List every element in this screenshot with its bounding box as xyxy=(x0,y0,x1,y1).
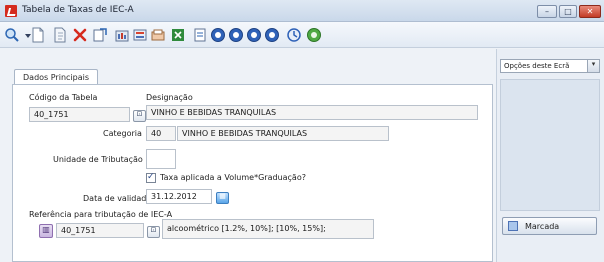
side-panel: Opções deste Ecrã ▾ Marcada xyxy=(496,49,604,262)
categoria-code: 40 xyxy=(151,129,162,138)
dropdown-arrow-icon[interactable] xyxy=(20,27,31,43)
unidade-field[interactable] xyxy=(146,149,176,169)
unidade-label: Unidade de Tributação xyxy=(53,155,143,164)
marcada-button[interactable]: Marcada xyxy=(502,217,597,235)
main-form-panel: Código da Tabela 40_1751 ⊡ Designação VI… xyxy=(12,84,493,262)
new-document-icon[interactable] xyxy=(30,27,46,43)
window-title: Tabela de Taxas de IEC-A xyxy=(22,5,134,15)
codigo-lookup-button[interactable]: ⊡ xyxy=(133,110,146,122)
minimize-icon: – xyxy=(545,7,549,16)
previous-record-icon[interactable] xyxy=(228,27,244,43)
maximize-button[interactable]: □ xyxy=(559,5,577,18)
excel-icon[interactable] xyxy=(170,27,186,43)
calendar-button[interactable]: ▦ xyxy=(216,192,229,204)
designacao-label: Designação xyxy=(146,93,193,102)
tab-label: Dados Principais xyxy=(23,73,90,82)
close-button[interactable]: ✕ xyxy=(579,5,601,18)
app-window: Tabela de Taxas de IEC-A – □ ✕ Dados Pri… xyxy=(0,0,604,262)
calendar-icon: ▦ xyxy=(219,192,226,200)
delete-icon[interactable] xyxy=(72,27,88,43)
help-icon[interactable] xyxy=(306,27,322,43)
taxa-volume-label: Taxa aplicada a Volume*Graduação? xyxy=(160,173,306,182)
app-logo-icon xyxy=(5,5,17,17)
page-icon[interactable] xyxy=(192,27,208,43)
chevron-down-icon[interactable]: ▾ xyxy=(587,60,599,72)
content-area: Dados Principais Código da Tabela 40_175… xyxy=(0,49,604,262)
report-icon[interactable] xyxy=(114,27,130,43)
copy-document-icon[interactable] xyxy=(52,27,68,43)
taxa-volume-checkbox[interactable]: ✓ xyxy=(146,172,156,183)
categoria-label: Categoria xyxy=(103,129,142,138)
title-bar: Tabela de Taxas de IEC-A – □ ✕ xyxy=(0,0,604,22)
validade-label: Data de validade xyxy=(83,194,152,203)
designacao-value: VINHO E BEBIDAS TRANQUILAS xyxy=(151,108,277,117)
referencia-description-field: alcoométrico [1.2%, 10%]; [10%, 15%]; xyxy=(162,219,374,239)
maximize-icon: □ xyxy=(564,7,572,16)
codigo-label: Código da Tabela xyxy=(29,93,98,102)
tab-dados-principais[interactable]: Dados Principais xyxy=(14,69,98,85)
codigo-value: 40_1751 xyxy=(34,110,69,119)
designacao-field[interactable]: VINHO E BEBIDAS TRANQUILAS xyxy=(146,105,478,120)
screen-options-label: Opções deste Ecrã xyxy=(504,62,570,70)
referencia-lookup-button[interactable]: ⊡ xyxy=(147,226,160,238)
marked-icon xyxy=(508,221,518,231)
screen-options-select[interactable]: Opções deste Ecrã ▾ xyxy=(500,59,600,73)
validade-field[interactable]: 31.12.2012 xyxy=(146,189,212,204)
categoria-value: VINHO E BEBIDAS TRANQUILAS xyxy=(182,129,308,138)
side-options-area xyxy=(500,79,600,211)
marcada-label: Marcada xyxy=(525,222,560,231)
codigo-field[interactable]: 40_1751 xyxy=(29,107,130,122)
close-icon: ✕ xyxy=(586,7,594,16)
minimize-button[interactable]: – xyxy=(537,5,557,18)
print-preview-icon[interactable] xyxy=(92,27,108,43)
categoria-code-field[interactable]: 40 xyxy=(146,126,176,141)
refresh-icon[interactable] xyxy=(286,27,302,43)
last-record-icon[interactable] xyxy=(264,27,280,43)
next-record-icon[interactable] xyxy=(246,27,262,43)
search-icon[interactable] xyxy=(4,27,20,43)
validade-value: 31.12.2012 xyxy=(151,192,197,201)
checkmark-icon: ✓ xyxy=(147,172,155,182)
grid-glyph-icon: ▥ xyxy=(42,225,50,234)
grid-icon[interactable]: ▥ xyxy=(39,224,53,238)
lookup-icon: ⊡ xyxy=(150,226,157,234)
categoria-name-field: VINHO E BEBIDAS TRANQUILAS xyxy=(177,126,389,141)
import-icon[interactable] xyxy=(132,27,148,43)
referencia-code: 40_1751 xyxy=(61,226,96,235)
referencia-value: alcoométrico [1.2%, 10%]; [10%, 15%]; xyxy=(167,224,326,233)
lookup-icon: ⊡ xyxy=(136,110,143,118)
toolbar xyxy=(0,22,604,48)
export-icon[interactable] xyxy=(150,27,166,43)
referencia-code-field[interactable]: 40_1751 xyxy=(56,223,144,238)
referencia-label: Referência para tributação de IEC-A xyxy=(29,210,173,219)
first-record-icon[interactable] xyxy=(210,27,226,43)
